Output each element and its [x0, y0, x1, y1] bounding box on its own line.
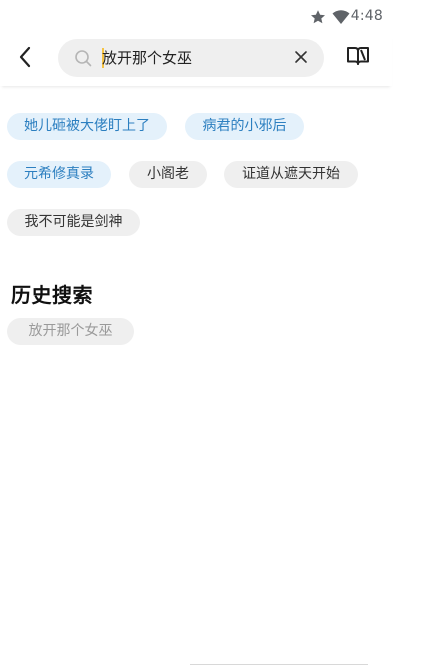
hot-tag[interactable]: 她儿砸被大佬盯上了 — [7, 113, 167, 140]
close-icon — [294, 49, 308, 68]
back-button[interactable] — [10, 44, 40, 74]
tag-label: 小阁老 — [147, 166, 189, 182]
hot-tag[interactable]: 小阁老 — [129, 161, 207, 188]
hot-tag[interactable]: 我不可能是剑神 — [7, 209, 140, 236]
tag-label: 病君的小邪后 — [202, 118, 287, 134]
search-icon — [74, 49, 92, 67]
status-bar: 4:48 — [0, 0, 435, 34]
book-icon — [346, 45, 370, 71]
status-time: 4:48 — [350, 8, 383, 24]
status-icons — [310, 9, 350, 25]
star-icon — [310, 9, 326, 25]
clear-search-button[interactable] — [291, 48, 311, 68]
search-toolbar — [0, 34, 392, 86]
history-item-label: 放开那个女巫 — [28, 323, 113, 339]
history-item[interactable]: 放开那个女巫 — [7, 318, 134, 345]
chevron-left-icon — [18, 46, 32, 72]
history-title: 历史搜索 — [11, 283, 93, 307]
tag-label: 元希修真录 — [24, 166, 94, 182]
tag-label: 她儿砸被大佬盯上了 — [24, 118, 150, 134]
search-screen: 4:48 她儿砸被大佬盯上了 — [0, 0, 435, 669]
tag-label: 我不可能是剑神 — [24, 214, 123, 230]
tag-label: 证道从遮天开始 — [242, 166, 340, 182]
bottom-edge — [190, 664, 368, 669]
search-box[interactable] — [58, 39, 324, 77]
hot-tag[interactable]: 病君的小邪后 — [185, 113, 304, 140]
bookshelf-button[interactable] — [345, 45, 371, 71]
hot-tag[interactable]: 元希修真录 — [7, 161, 111, 188]
search-input[interactable] — [102, 39, 282, 77]
wifi-icon — [332, 9, 350, 25]
hot-tag[interactable]: 证道从遮天开始 — [224, 161, 358, 188]
